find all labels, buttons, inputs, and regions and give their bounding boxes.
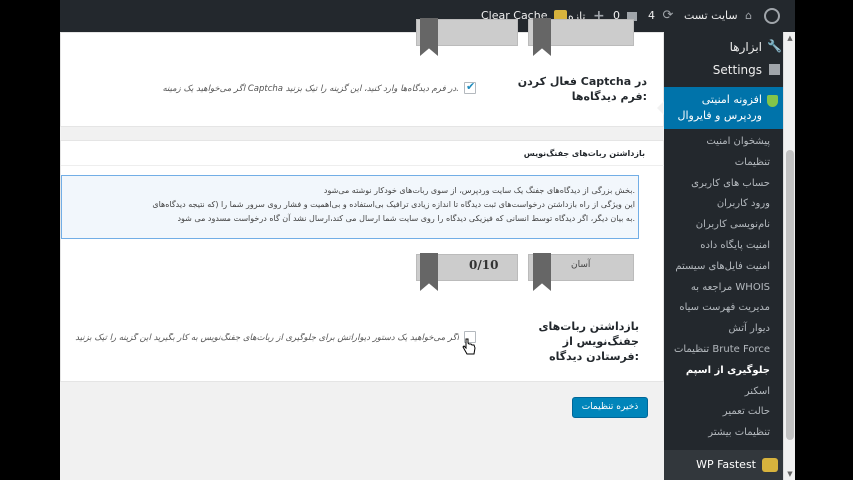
updates-icon: ⟳	[662, 8, 674, 23]
ribbon-icon	[420, 18, 438, 56]
sidebar-subitem[interactable]: امنیت فایل‌های سیستم	[664, 257, 784, 278]
site-name-label: سایت تست	[684, 9, 738, 22]
tools-label: ابزارها	[729, 40, 762, 54]
score-badge-top	[416, 18, 518, 56]
sidebar-item-wp-fastest-cache[interactable]: WP Fastest Cache	[664, 450, 784, 480]
sidebar-subitem[interactable]: تنظیمات Brute Force	[664, 340, 784, 361]
score-value: 0/10	[469, 258, 499, 272]
scrollbar-thumb[interactable]	[786, 150, 794, 440]
sidebar-item-settings[interactable]: Settings	[664, 55, 784, 85]
captcha-settings-panel: فعال کردن Captcha در فرم دیدگاه‌ها: اگر …	[60, 18, 664, 127]
sidebar-item-security-plugin[interactable]: افزونه امنیتی وردپرس و فایروال	[657, 87, 784, 129]
difficulty-value: آسان	[571, 260, 591, 270]
security-submenu: پیشخوان امنیت تنظیمات حساب های کاربری ورود …	[664, 132, 784, 444]
wp-fastest-cache-label: WP Fastest Cache	[696, 458, 756, 471]
info-box: بخش بزرگی از دیدگاه‌های جفنگ یک سایت ورد…	[61, 175, 639, 239]
captcha-checkbox[interactable]	[464, 80, 476, 94]
scrollbar[interactable]: ▲ ▼	[783, 32, 795, 480]
sidebar-subitem[interactable]: مراجعه به WHOIS	[664, 278, 784, 299]
sidebar-subitem[interactable]: حساب های کاربری	[664, 174, 784, 195]
info-line: این ویژگی از راه بازداشتن درخواست‌های ثب…	[152, 200, 635, 209]
info-line: به بیان دیگر، اگر دیدگاه توسط انسانی که …	[177, 214, 635, 223]
sidebar-subitem[interactable]: پیشخوان امنیت	[664, 132, 784, 153]
sidebar-subitem[interactable]: تنظیمات	[664, 153, 784, 174]
difficulty-badge: آسان	[528, 253, 634, 291]
updates-count: 4	[648, 9, 655, 22]
cheetah-icon	[762, 458, 778, 472]
sidebar-subitem[interactable]: مدیریت فهرست سیاه	[664, 298, 784, 319]
spambot-field-label: بازداشتن ربات‌های جفنگ‌نویس از فرستادن د…	[538, 320, 639, 363]
shield-check-icon	[420, 253, 438, 291]
site-name-link[interactable]: سایت تست ⌂	[684, 0, 752, 32]
wordpress-admin-screen: سایت تست ⌂ 4 ⟳ 0 تازه + Clear Cache فعال…	[60, 0, 795, 480]
captcha-field-label: فعال کردن Captcha در فرم دیدگاه‌ها:	[517, 75, 647, 103]
sidebar-subitem[interactable]: امنیت پایگاه داده	[664, 236, 784, 257]
score-badge: 0/10	[416, 253, 518, 291]
admin-sidebar: ابزارها 🔧 Settings افزونه امنیتی وردپرس …	[657, 32, 795, 480]
sidebar-subitem[interactable]: دیوار آتش	[664, 319, 784, 340]
info-line: بخش بزرگی از دیدگاه‌های جفنگ یک سایت ورد…	[323, 186, 635, 195]
shield-icon	[767, 95, 778, 107]
scroll-down-icon[interactable]: ▼	[786, 470, 794, 478]
active-arrow	[657, 101, 664, 115]
settings-icon	[769, 64, 780, 75]
difficulty-badge-top	[528, 18, 634, 56]
scroll-up-icon[interactable]: ▲	[786, 34, 794, 42]
sidebar-subitem[interactable]: حالت تعمیر	[664, 402, 784, 423]
wordpress-logo-icon[interactable]	[764, 0, 780, 32]
captcha-description: اگر می‌خواهید یک زمینه Captcha در فرم دی…	[162, 84, 459, 94]
shield-alert-icon	[533, 253, 551, 291]
sidebar-subitem[interactable]: ورود کاربران	[664, 194, 784, 215]
spambot-settings-panel: بازداشتن ربات‌های جفنگ‌نویس بخش بزرگی از…	[60, 140, 665, 382]
ribbon-icon	[533, 18, 551, 56]
security-plugin-label: افزونه امنیتی وردپرس و فایروال	[677, 93, 763, 122]
save-settings-button[interactable]: ذخیره تنظیمات	[572, 397, 648, 418]
sidebar-subitem[interactable]: اسکنر	[664, 382, 784, 403]
updates-link[interactable]: 4 ⟳	[648, 0, 673, 32]
sidebar-subitem[interactable]: نام‌نویسی کاربران	[664, 215, 784, 236]
home-icon: ⌂	[745, 9, 753, 22]
sidebar-subitem[interactable]: جلوگیری از اسپم	[664, 361, 784, 382]
hand-cursor-icon	[462, 338, 476, 355]
settings-label: Settings	[712, 63, 762, 77]
divider	[61, 165, 665, 166]
spambot-description: اگر می‌خواهید یک دستور دیوارآتش برای جلو…	[75, 333, 459, 343]
wrench-icon: 🔧	[767, 39, 782, 53]
sidebar-subitem[interactable]: تنظیمات بیشتر	[664, 423, 784, 444]
section-header: بازداشتن ربات‌های جفنگ‌نویس	[523, 149, 645, 158]
